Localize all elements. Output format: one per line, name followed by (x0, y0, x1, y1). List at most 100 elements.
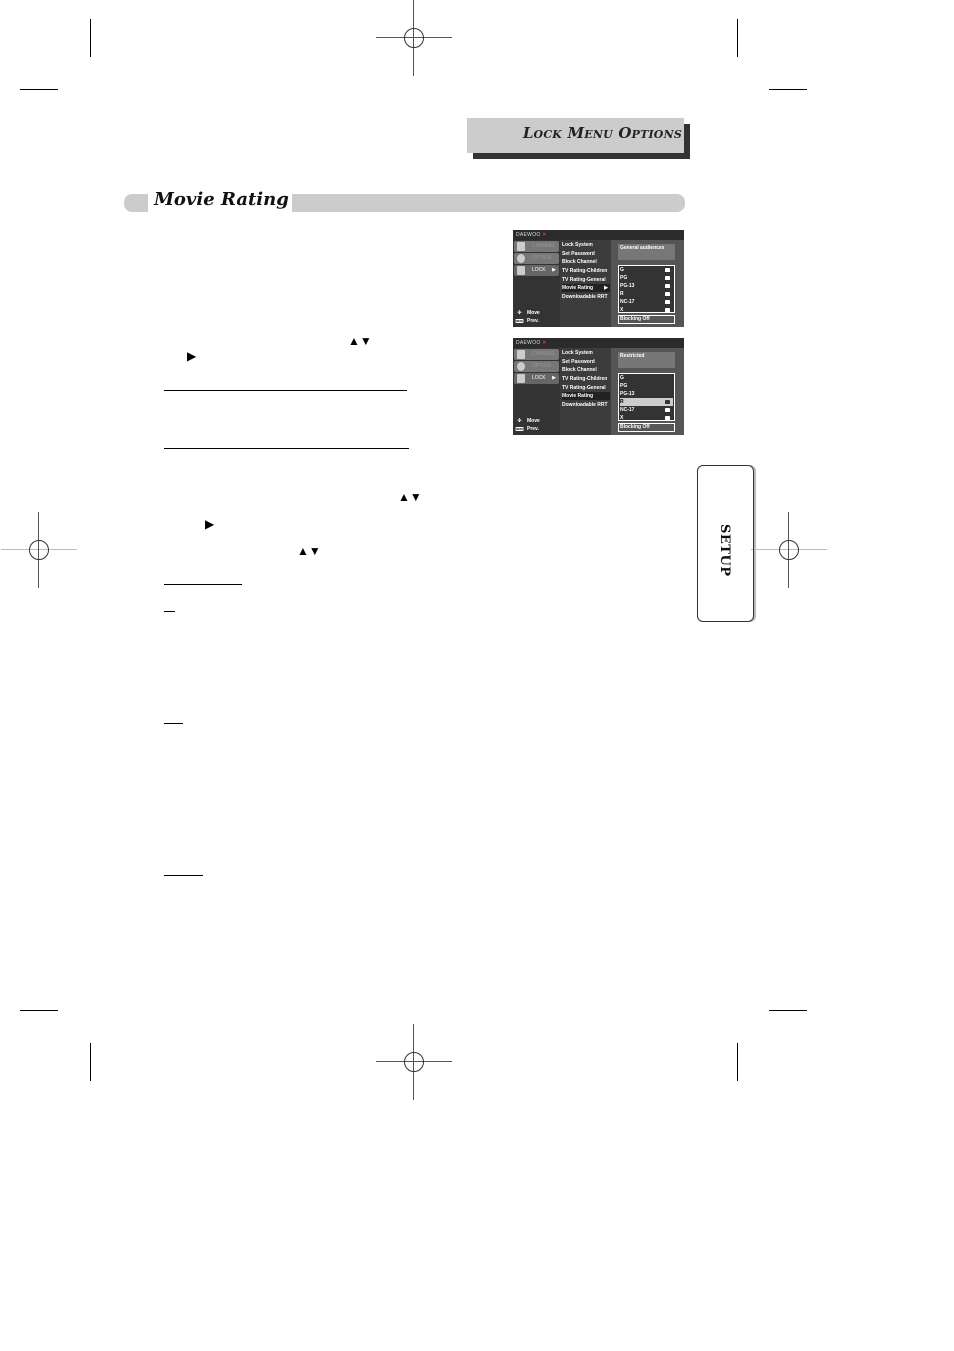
underline (164, 611, 175, 612)
move-icon: ✣ (517, 310, 522, 316)
menu-item-set-password[interactable]: Set Password (562, 358, 610, 366)
menu-item-movie-rating[interactable]: Movie Rating ▶ (562, 284, 610, 292)
tab-option[interactable]: OPTION (514, 361, 559, 372)
move-icon: ✣ (517, 418, 522, 424)
lock-icon (517, 374, 525, 383)
menu-item-lock-system[interactable]: Lock System (562, 349, 610, 357)
lock-icon (665, 268, 670, 272)
rating-description: Restricted (618, 352, 675, 368)
crop-mark (769, 1010, 807, 1011)
menu-item-set-password[interactable]: Set Password (562, 250, 610, 258)
osd-rating-panel: General audiences G PG PG-13 R NC-17 X B… (611, 240, 684, 327)
menu-key-icon: MENU (515, 427, 524, 431)
menu-item-tv-rating-general[interactable]: TV Rating-General (562, 384, 610, 392)
osd-rating-panel: Restricted G PG PG-13 R NC-17 X Blocking… (611, 348, 684, 435)
rating-item-r[interactable]: R (620, 398, 673, 406)
chevron-right-icon: ▶ (604, 285, 608, 291)
gear-icon (517, 254, 525, 263)
gear-icon (517, 362, 525, 371)
tab-option[interactable]: OPTION (514, 253, 559, 264)
rating-item-x[interactable]: X (620, 414, 673, 422)
rating-description: General audiences (618, 244, 675, 260)
blocking-status[interactable]: Blocking Off (618, 315, 675, 324)
lock-icon (665, 276, 670, 280)
menu-item-lock-system[interactable]: Lock System (562, 241, 610, 249)
lock-icon (665, 400, 670, 404)
header-tab: Lock Menu Options (467, 118, 684, 153)
menu-item-block-channel[interactable]: Block Channel (562, 366, 610, 374)
section-bar (292, 194, 685, 212)
tab-lock[interactable]: LOCK ▶ (514, 265, 559, 276)
lock-icon (665, 416, 670, 420)
crop-mark (769, 89, 807, 90)
setup-label: SETUP (717, 524, 732, 577)
lock-icon (665, 308, 670, 312)
up-down-arrow-icon: ▲▼ (297, 544, 321, 558)
underline (164, 584, 242, 585)
rating-list: G PG PG-13 R NC-17 X (618, 265, 675, 313)
rating-item-pg13[interactable]: PG-13 (620, 282, 673, 290)
rating-list: G PG PG-13 R NC-17 X (618, 373, 675, 421)
crop-mark (737, 1043, 738, 1081)
crop-mark (20, 1010, 58, 1011)
menu-item-tv-rating-children[interactable]: TV Rating-Children (562, 375, 610, 383)
registration-mark (376, 0, 452, 76)
osd-menu-list: Lock System Set Password Block Channel T… (560, 240, 611, 327)
right-arrow-icon: ▶ (187, 349, 197, 363)
rating-item-pg13[interactable]: PG-13 (620, 390, 673, 398)
underline (164, 390, 407, 391)
section-bar-left (124, 194, 148, 212)
osd-screen-restricted: DAEWOO ✕ CHANNEL OPTION LOCK ▶ ✣ Move MENU… (513, 338, 684, 435)
lock-icon (517, 266, 525, 275)
rating-item-r[interactable]: R (620, 290, 673, 298)
up-down-arrow-icon: ▲▼ (398, 490, 422, 504)
nav-hint-move: ✣ Move (515, 310, 539, 316)
crop-mark (90, 19, 91, 57)
menu-item-tv-rating-children[interactable]: TV Rating-Children (562, 267, 610, 275)
crop-mark (90, 1043, 91, 1081)
nav-hint-prev: MENU Prev. (515, 426, 539, 432)
chevron-right-icon: ▶ (552, 375, 556, 381)
section-title: Movie Rating (154, 189, 289, 210)
lock-icon (665, 408, 670, 412)
lock-icon (665, 284, 670, 288)
brand-logo: DAEWOO ✕ (516, 340, 547, 346)
registration-mark (751, 512, 827, 588)
crop-mark (20, 89, 58, 90)
menu-item-tv-rating-general[interactable]: TV Rating-General (562, 276, 610, 284)
tv-icon (517, 350, 525, 359)
tab-channel[interactable]: CHANNEL (514, 349, 559, 360)
osd-screen-general: DAEWOO ✕ CHANNEL OPTION LOCK ▶ ✣ Move MENU… (513, 230, 684, 327)
rating-item-nc17[interactable]: NC-17 (620, 406, 673, 414)
rating-item-g[interactable]: G (620, 266, 673, 274)
osd-tab-column: CHANNEL OPTION LOCK ▶ ✣ Move MENU Prev. (513, 240, 560, 327)
lock-icon (665, 292, 670, 296)
crop-mark (737, 19, 738, 57)
setup-side-tab: SETUP (697, 465, 754, 622)
nav-hint-move: ✣ Move (515, 418, 539, 424)
tab-lock[interactable]: LOCK ▶ (514, 373, 559, 384)
rating-item-pg[interactable]: PG (620, 382, 673, 390)
rating-item-x[interactable]: X (620, 306, 673, 314)
underline (164, 875, 203, 876)
underline (164, 723, 183, 724)
tab-channel[interactable]: CHANNEL (514, 241, 559, 252)
tv-icon (517, 242, 525, 251)
lock-icon (665, 300, 670, 304)
menu-item-downloadable-rrt[interactable]: Downloadable RRT (562, 401, 610, 409)
up-down-arrow-icon: ▲▼ (348, 334, 372, 348)
osd-tab-column: CHANNEL OPTION LOCK ▶ ✣ Move MENU Prev. (513, 348, 560, 435)
menu-key-icon: MENU (515, 319, 524, 323)
nav-hint-prev: MENU Prev. (515, 318, 539, 324)
rating-item-pg[interactable]: PG (620, 274, 673, 282)
rating-item-nc17[interactable]: NC-17 (620, 298, 673, 306)
menu-item-downloadable-rrt[interactable]: Downloadable RRT (562, 293, 610, 301)
blocking-status[interactable]: Blocking Off (618, 423, 675, 432)
rating-item-g[interactable]: G (620, 374, 673, 382)
osd-menu-list: Lock System Set Password Block Channel T… (560, 348, 611, 435)
menu-item-block-channel[interactable]: Block Channel (562, 258, 610, 266)
menu-item-movie-rating[interactable]: Movie Rating (562, 392, 610, 400)
underline (164, 448, 409, 449)
chevron-right-icon: ▶ (552, 267, 556, 273)
registration-mark (1, 512, 77, 588)
